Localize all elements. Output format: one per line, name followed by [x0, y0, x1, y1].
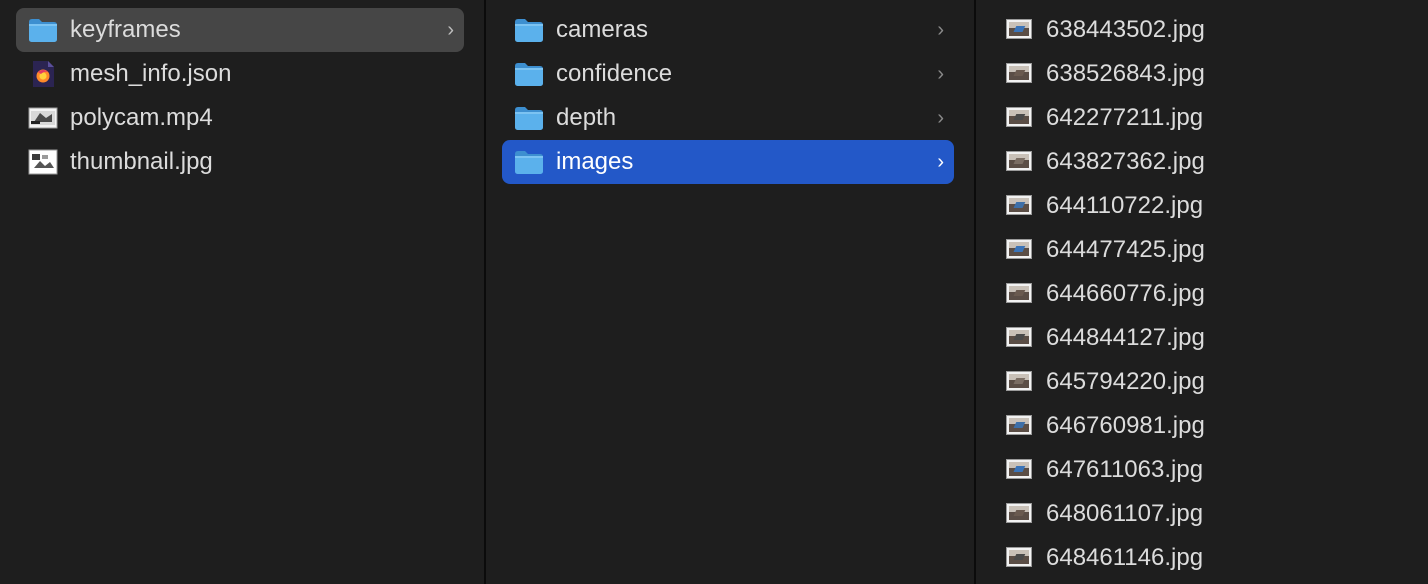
item-label: 648061107.jpg: [1046, 500, 1204, 527]
item-label: images: [556, 148, 634, 175]
column-images[interactable]: 638443502.jpg 638526843.jpg 642277211.jpg 6…: [976, 0, 1428, 584]
chevron-right-icon: ›: [937, 151, 944, 173]
image-thumbnail-icon: [1006, 63, 1032, 83]
image-thumbnail-icon: [1006, 195, 1032, 215]
column-keyframes[interactable]: cameras › confidence › depth › images ›: [486, 0, 974, 584]
item-label: mesh_info.json: [70, 60, 232, 87]
image-thumbnail-icon: [1006, 151, 1032, 171]
item-label: 644110722.jpg: [1046, 192, 1204, 219]
file-item-mesh-info-json[interactable]: mesh_info.json: [16, 52, 464, 96]
item-label: 638526843.jpg: [1046, 60, 1205, 87]
file-item-thumbnail-jpg[interactable]: thumbnail.jpg: [16, 140, 464, 184]
item-label: 643827362.jpg: [1046, 148, 1205, 175]
item-label: 646760981.jpg: [1046, 412, 1205, 439]
folder-item-keyframes[interactable]: keyframes ›: [16, 8, 464, 52]
file-item-647611063-jpg[interactable]: 647611063.jpg: [992, 448, 1412, 492]
file-item-644660776-jpg[interactable]: 644660776.jpg: [992, 272, 1412, 316]
image-thumbnail-icon: [1006, 415, 1032, 435]
column-keyframes-parent[interactable]: keyframes › mesh_info.json polycam.mp4 th…: [0, 0, 484, 584]
file-item-644110722-jpg[interactable]: 644110722.jpg: [992, 184, 1412, 228]
item-label: 647611063.jpg: [1046, 456, 1204, 483]
file-item-644477425-jpg[interactable]: 644477425.jpg: [992, 228, 1412, 272]
json-file-icon: [28, 60, 58, 88]
image-thumbnail-icon: [1006, 371, 1032, 391]
folder-icon: [514, 16, 544, 44]
chevron-right-icon: ›: [937, 19, 944, 41]
folder-icon: [514, 148, 544, 176]
folder-item-confidence[interactable]: confidence ›: [502, 52, 954, 96]
image-thumbnail-icon: [1006, 503, 1032, 523]
folder-item-cameras[interactable]: cameras ›: [502, 8, 954, 52]
item-label: 644844127.jpg: [1046, 324, 1205, 351]
image-thumbnail-icon: [1006, 107, 1032, 127]
image-thumbnail-icon: [1006, 459, 1032, 479]
image-thumbnail-icon: [1006, 327, 1032, 347]
image-thumbnail-icon: [1006, 547, 1032, 567]
item-label: cameras: [556, 16, 649, 43]
image-file-icon: [28, 148, 58, 176]
image-thumbnail-icon: [1006, 19, 1032, 39]
item-label: thumbnail.jpg: [70, 148, 213, 175]
folder-item-depth[interactable]: depth ›: [502, 96, 954, 140]
file-item-648061107-jpg[interactable]: 648061107.jpg: [992, 492, 1412, 536]
chevron-right-icon: ›: [937, 63, 944, 85]
file-item-646760981-jpg[interactable]: 646760981.jpg: [992, 404, 1412, 448]
video-file-icon: [28, 104, 58, 132]
item-label: 638443502.jpg: [1046, 16, 1205, 43]
item-label: depth: [556, 104, 617, 131]
item-label: 648461146.jpg: [1046, 544, 1204, 571]
item-label: 642277211.jpg: [1046, 104, 1204, 131]
folder-icon: [28, 16, 58, 44]
column-browser: keyframes › mesh_info.json polycam.mp4 th…: [0, 0, 1428, 584]
folder-item-images[interactable]: images ›: [502, 140, 954, 184]
chevron-right-icon: ›: [937, 107, 944, 129]
chevron-right-icon: ›: [447, 19, 454, 41]
file-item-643827362-jpg[interactable]: 643827362.jpg: [992, 140, 1412, 184]
item-label: 644660776.jpg: [1046, 280, 1205, 307]
item-label: keyframes: [70, 16, 181, 43]
item-label: polycam.mp4: [70, 104, 213, 131]
image-thumbnail-icon: [1006, 239, 1032, 259]
item-label: confidence: [556, 60, 673, 87]
item-label: 645794220.jpg: [1046, 368, 1205, 395]
file-item-638443502-jpg[interactable]: 638443502.jpg: [992, 8, 1412, 52]
item-label: 644477425.jpg: [1046, 236, 1205, 263]
file-item-648461146-jpg[interactable]: 648461146.jpg: [992, 536, 1412, 580]
image-thumbnail-icon: [1006, 283, 1032, 303]
file-item-642277211-jpg[interactable]: 642277211.jpg: [992, 96, 1412, 140]
file-item-645794220-jpg[interactable]: 645794220.jpg: [992, 360, 1412, 404]
folder-icon: [514, 60, 544, 88]
folder-icon: [514, 104, 544, 132]
file-item-polycam-mp4[interactable]: polycam.mp4: [16, 96, 464, 140]
file-item-644844127-jpg[interactable]: 644844127.jpg: [992, 316, 1412, 360]
file-item-638526843-jpg[interactable]: 638526843.jpg: [992, 52, 1412, 96]
